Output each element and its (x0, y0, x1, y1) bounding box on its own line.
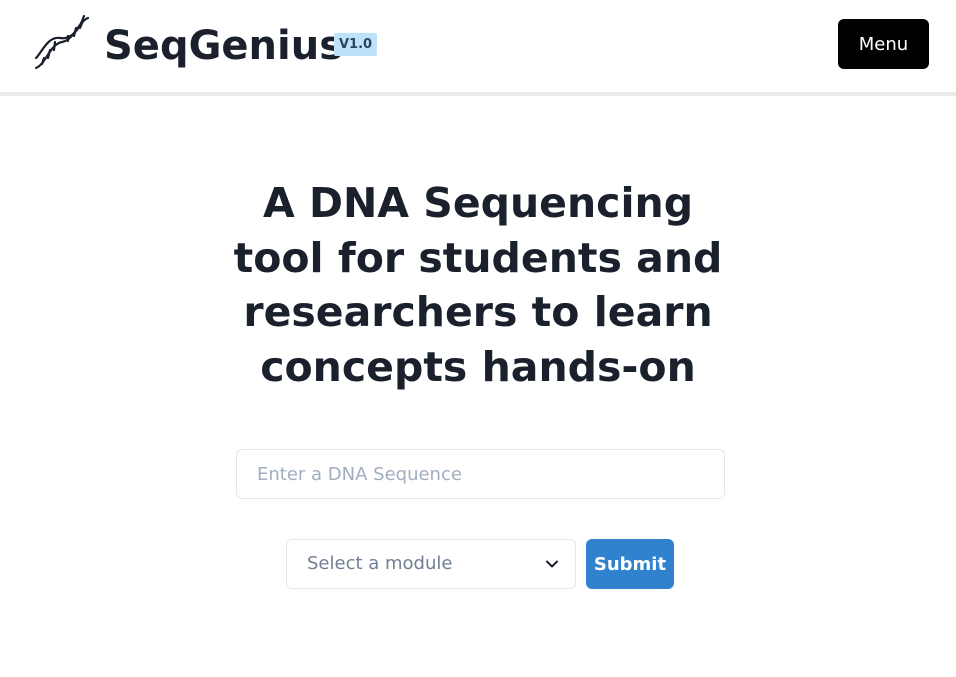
chevron-down-icon (546, 560, 558, 568)
header: SeqGenius V1.0 Menu (0, 0, 956, 96)
menu-button[interactable]: Menu (838, 19, 929, 69)
submit-button[interactable]: Submit (586, 539, 674, 589)
version-badge: V1.0 (334, 33, 378, 56)
dna-sequence-input[interactable] (236, 449, 725, 499)
module-select-value: Select a module (307, 553, 453, 574)
brand-title: SeqGenius (104, 23, 344, 69)
dna-helix-icon (34, 14, 90, 70)
hero-headline: A DNA Sequencing tool for students and r… (233, 179, 723, 391)
module-select[interactable]: Select a module (286, 539, 576, 589)
